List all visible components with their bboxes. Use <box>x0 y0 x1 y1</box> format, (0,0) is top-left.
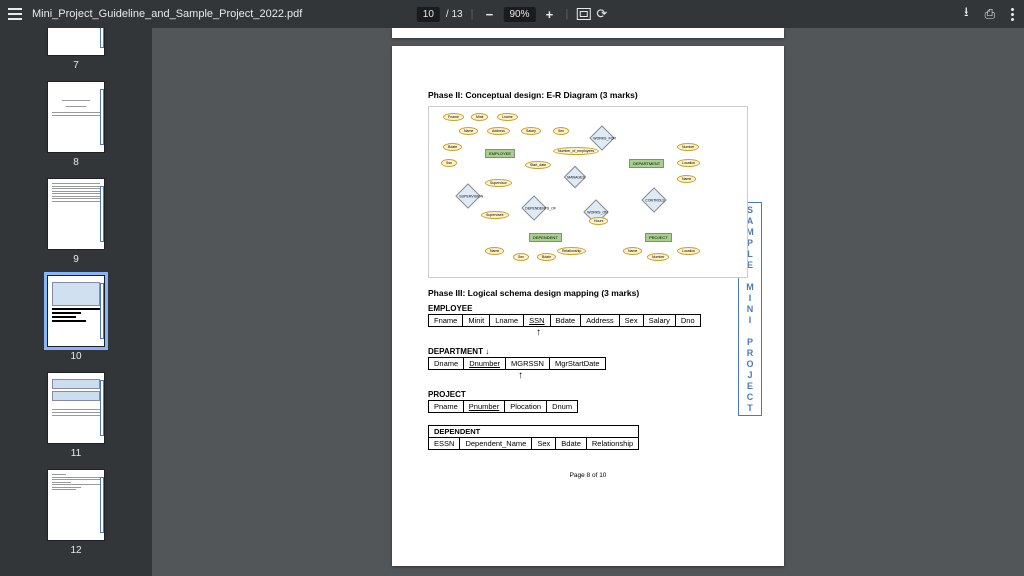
download-icon[interactable]: ⭳ <box>964 3 969 25</box>
er-attr: Supervisee <box>481 211 509 219</box>
thumb-num: 12 <box>70 545 81 556</box>
thumbnail-sidebar[interactable]: 7 8 9 10 11 12 <box>0 28 152 576</box>
er-attr: Sex <box>553 127 569 135</box>
thumbnail[interactable]: 8 <box>0 81 152 168</box>
er-attr: Name <box>459 127 478 135</box>
er-attr: Name <box>485 247 504 255</box>
page-number-input[interactable]: 10 <box>417 7 440 22</box>
er-attr: Number_of_employees <box>553 147 599 155</box>
er-rel-dependents-of: DEPENDENTS_OF <box>521 195 546 220</box>
menu-icon[interactable] <box>8 8 22 20</box>
er-diagram: EMPLOYEE DEPARTMENT PROJECT DEPENDENT WO… <box>428 106 748 278</box>
er-attr: Location <box>677 247 700 255</box>
er-attr: Name <box>677 175 696 183</box>
er-attr: Relationship <box>557 247 586 255</box>
er-attr: Sex <box>513 253 529 261</box>
er-attr: Salary <box>521 127 541 135</box>
zoom-out-button[interactable]: − <box>481 6 497 22</box>
thumbnail[interactable]: 10 <box>0 275 152 362</box>
thumbnail[interactable]: 12 <box>0 469 152 556</box>
er-attr: Lname <box>497 113 518 121</box>
er-attr: Supervisor <box>485 179 512 187</box>
thumbnail[interactable]: 9 <box>0 178 152 265</box>
er-rel-controls: CONTROLS <box>641 187 666 212</box>
thumb-num: 9 <box>73 254 79 265</box>
thumb-num: 10 <box>70 351 81 362</box>
er-attr: Fname <box>443 113 464 121</box>
more-icon[interactable] <box>1011 8 1014 21</box>
er-attr: Ssn <box>441 159 457 167</box>
er-attr: Address <box>487 127 510 135</box>
phase2-heading: Phase II: Conceptual design: E-R Diagram… <box>428 90 748 100</box>
er-attr: Bdate <box>443 143 462 151</box>
thumbnail[interactable]: 7 <box>0 28 152 71</box>
divider: | <box>565 8 568 20</box>
er-attr: Minit <box>471 113 488 121</box>
zoom-in-button[interactable]: + <box>541 6 557 22</box>
er-attr: Hours <box>589 217 608 225</box>
er-rel-supervision: SUPERVISION <box>455 183 480 208</box>
pdf-page: SAMPLE MINI PROJECT Phase II: Conceptual… <box>392 46 784 566</box>
schema-dependent-table: DEPENDENT ESSN Dependent_Name Sex Bdate … <box>428 425 639 450</box>
schema-employee-table: Fname Minit Lname SSN Bdate Address Sex … <box>428 314 701 327</box>
fit-page-icon[interactable] <box>576 8 590 20</box>
er-attr: Number <box>647 253 669 261</box>
er-attr: Location <box>677 159 700 167</box>
page-footer: Page 8 of 10 <box>428 472 748 479</box>
print-icon[interactable]: ⎙ <box>985 6 995 22</box>
thumb-num: 8 <box>73 157 79 168</box>
rotate-icon[interactable]: ⟳ <box>596 6 607 22</box>
zoom-level[interactable]: 90% <box>503 7 535 22</box>
pdf-toolbar: Mini_Project_Guideline_and_Sample_Projec… <box>0 0 1024 28</box>
er-attr: Bdate <box>537 253 556 261</box>
er-rel-works-for: WORKS_FOR <box>589 125 614 150</box>
schema-employee-name: EMPLOYEE <box>428 304 748 313</box>
er-rel-manages: MANAGES <box>564 166 587 189</box>
schema-department-name: DEPARTMENT ↓ <box>428 347 748 356</box>
er-attr: Start_date <box>525 161 551 169</box>
er-entity-project: PROJECT <box>645 233 672 242</box>
filename: Mini_Project_Guideline_and_Sample_Projec… <box>32 8 302 20</box>
er-entity-dependent: DEPENDENT <box>529 233 562 242</box>
thumb-num: 7 <box>73 60 79 71</box>
prev-page-edge <box>392 28 784 38</box>
page-viewport[interactable]: SAMPLE MINI PROJECT Phase II: Conceptual… <box>152 28 1024 576</box>
thumbnail[interactable]: 11 <box>0 372 152 459</box>
er-entity-employee: EMPLOYEE <box>485 149 515 158</box>
schema-department-table: Dname Dnumber MGRSSN MgrStartDate <box>428 357 606 370</box>
schema-project-name: PROJECT <box>428 390 748 399</box>
thumb-num: 11 <box>71 448 81 459</box>
schema-project-table: Pname Pnumber Plocation Dnum <box>428 400 578 413</box>
phase3-heading: Phase III: Logical schema design mapping… <box>428 288 748 298</box>
er-attr: Name <box>623 247 642 255</box>
er-entity-department: DEPARTMENT <box>629 159 664 168</box>
page-total: / 13 <box>446 9 463 20</box>
er-attr: Number <box>677 143 699 151</box>
divider: | <box>471 8 474 20</box>
